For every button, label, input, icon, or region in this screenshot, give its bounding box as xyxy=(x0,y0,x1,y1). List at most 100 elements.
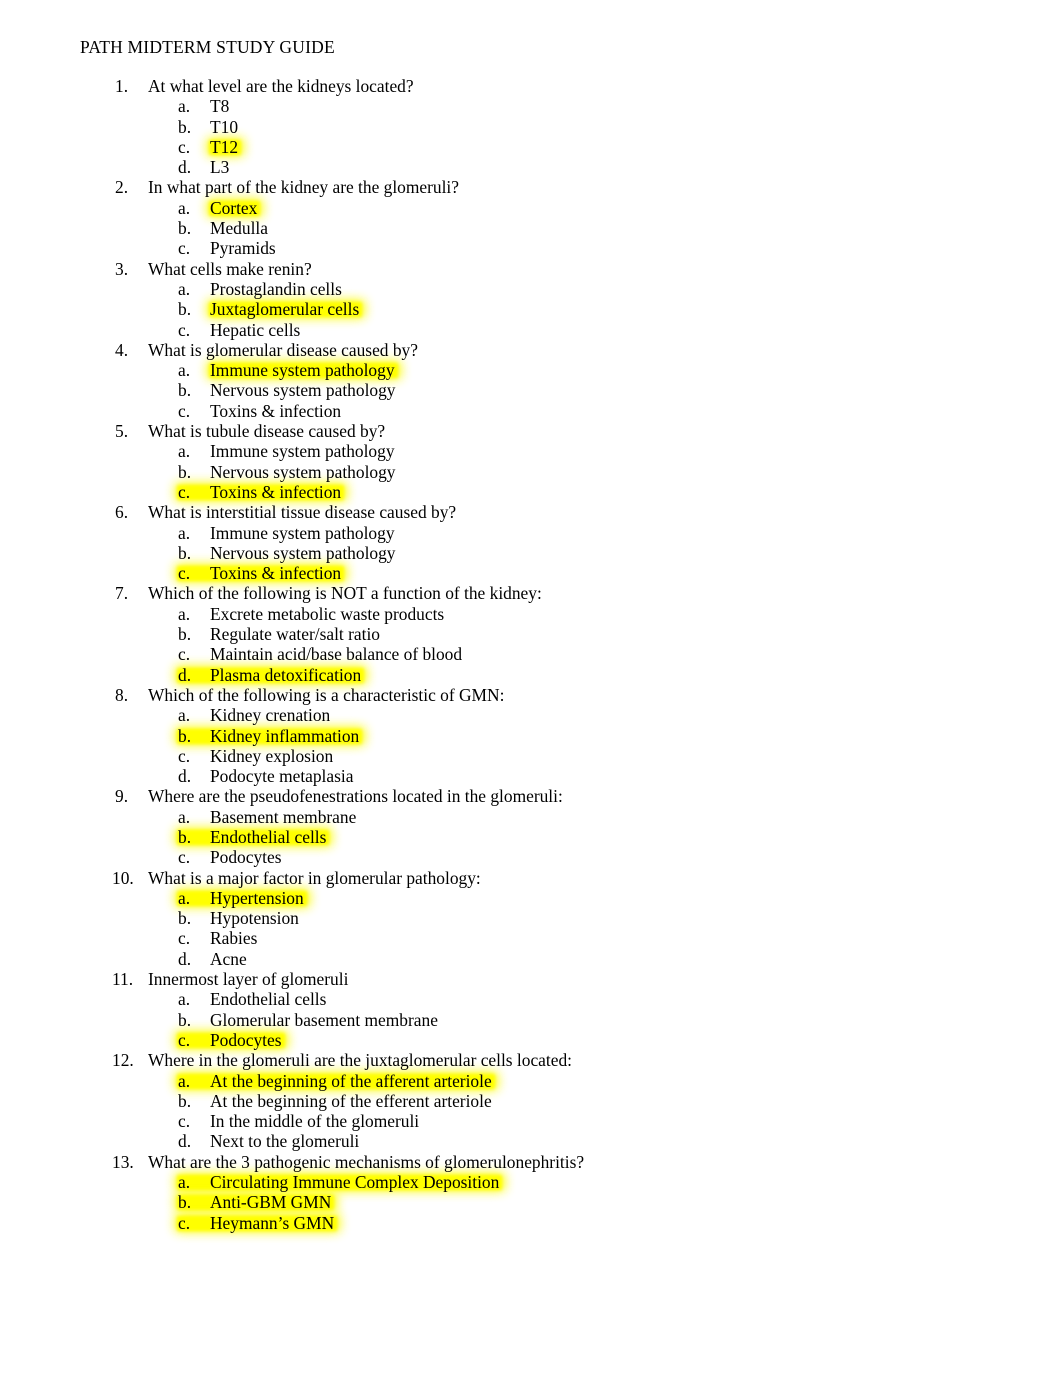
question-number: 6. xyxy=(115,502,129,523)
answer-option-text: Kidney crenation xyxy=(210,705,331,726)
answer-option-immune-system-pathology: a. Immune system pathology xyxy=(0,441,1062,461)
answer-option-text: Kidney inflammation xyxy=(210,725,360,746)
answer-option-letter: c. xyxy=(178,745,191,766)
question-block: 6. What is interstitial tissue disease ca… xyxy=(0,502,1062,583)
answer-option-text: Podocyte metaplasia xyxy=(210,766,354,787)
answer-option-kidney-explosion: c. Kidney explosion xyxy=(0,746,1062,766)
answer-option-text: Endothelial cells xyxy=(210,989,327,1010)
answer-option-juxtaglomerular-cells: b. Juxtaglomerular cells xyxy=(0,299,1062,319)
answer-option-medulla: b. Medulla xyxy=(0,218,1062,238)
question-10: 10. What is a major factor in glomerular … xyxy=(0,868,1062,888)
question-number: 13. xyxy=(112,1151,134,1172)
answer-option-letter: b. xyxy=(178,542,192,563)
answer-option-podocytes: c. Podocytes xyxy=(0,1030,1062,1050)
question-block: 7. Which of the following is NOT a functi… xyxy=(0,583,1062,684)
answer-option-text: Medulla xyxy=(210,218,268,239)
answer-option-letter: b. xyxy=(178,1009,192,1030)
answer-option-letter: c. xyxy=(178,1212,191,1233)
answer-option-in-the-middle-of-the-glomeruli: c. In the middle of the glomeruli xyxy=(0,1111,1062,1131)
answer-option-text: Nervous system pathology xyxy=(210,380,396,401)
question-1: 1. At what level are the kidneys located? xyxy=(0,76,1062,96)
question-block: 5. What is tubule disease caused by? a. Imm… xyxy=(0,421,1062,502)
question-block: 1. At what level are the kidneys located?… xyxy=(0,76,1062,177)
answer-option-letter: a. xyxy=(178,1070,191,1091)
question-2: 2. In what part of the kidney are the glo… xyxy=(0,177,1062,197)
answer-option-letter: d. xyxy=(178,157,192,178)
answer-option-letter: c. xyxy=(178,319,191,340)
answer-option-podocytes: c. Podocytes xyxy=(0,847,1062,867)
answer-option-pyramids: c. Pyramids xyxy=(0,238,1062,258)
answer-option-letter: a. xyxy=(178,705,191,726)
question-6: 6. What is interstitial tissue disease ca… xyxy=(0,502,1062,522)
answer-option-text: Kidney explosion xyxy=(210,745,334,766)
answer-option-text: Nervous system pathology xyxy=(210,542,396,563)
question-number: 11. xyxy=(112,969,134,990)
answer-option-text: Next to the glomeruli xyxy=(210,1131,360,1152)
answer-option-toxins-infection: c. Toxins & infection xyxy=(0,401,1062,421)
answer-option-regulate-water-salt-ratio: b. Regulate water/salt ratio xyxy=(0,624,1062,644)
answer-option-text: Glomerular basement membrane xyxy=(210,1009,438,1030)
answer-option-excrete-metabolic-waste-products: a. Excrete metabolic waste products xyxy=(0,604,1062,624)
answer-option-text: Acne xyxy=(210,948,247,969)
answer-option-letter: a. xyxy=(178,441,191,462)
question-8: 8. Which of the following is a characteri… xyxy=(0,685,1062,705)
answer-option-letter: a. xyxy=(178,278,191,299)
answer-option-letter: a. xyxy=(178,806,191,827)
document-page: PATH MIDTERM STUDY GUIDE 1. At what level… xyxy=(0,0,1062,1377)
answer-option-letter: c. xyxy=(178,563,191,584)
answer-option-letter: a. xyxy=(178,360,191,381)
answer-option-l3: d. L3 xyxy=(0,157,1062,177)
answer-option-text: At the beginning of the efferent arterio… xyxy=(210,1090,492,1111)
answer-option-letter: c. xyxy=(178,847,191,868)
answer-option-text: Immune system pathology xyxy=(210,522,395,543)
question-block: 13. What are the 3 pathogenic mechanisms … xyxy=(0,1152,1062,1233)
answer-option-text: Regulate water/salt ratio xyxy=(210,624,380,645)
question-7: 7. Which of the following is NOT a functi… xyxy=(0,583,1062,603)
question-number: 5. xyxy=(115,421,129,442)
question-number: 7. xyxy=(115,583,129,604)
answer-option-t10: b. T10 xyxy=(0,117,1062,137)
answer-option-hepatic-cells: c. Hepatic cells xyxy=(0,320,1062,340)
answer-option-text: Hepatic cells xyxy=(210,319,301,340)
answer-option-letter: b. xyxy=(178,461,192,482)
question-text: What is interstitial tissue disease caus… xyxy=(148,502,457,523)
answer-option-letter: a. xyxy=(178,887,191,908)
question-3: 3. What cells make renin? xyxy=(0,259,1062,279)
answer-option-letter: b. xyxy=(178,725,192,746)
answer-option-text: Maintain acid/base balance of blood xyxy=(210,644,463,665)
question-text: Where are the pseudofenestrations locate… xyxy=(148,786,563,807)
answer-option-letter: b. xyxy=(178,1192,192,1213)
question-number: 8. xyxy=(115,684,129,705)
answer-option-acne: d. Acne xyxy=(0,949,1062,969)
answer-option-letter: d. xyxy=(178,1131,192,1152)
answer-option-basement-membrane: a. Basement membrane xyxy=(0,807,1062,827)
answer-option-t12: c. T12 xyxy=(0,137,1062,157)
question-13: 13. What are the 3 pathogenic mechanisms … xyxy=(0,1152,1062,1172)
question-12: 12. Where in the glomeruli are the juxtag… xyxy=(0,1050,1062,1070)
answer-option-text: Prostaglandin cells xyxy=(210,278,342,299)
answer-option-at-the-beginning-of-the-afferent-arteriole: a. At the beginning of the afferent arter… xyxy=(0,1071,1062,1091)
answer-option-text: Basement membrane xyxy=(210,806,357,827)
answer-option-letter: a. xyxy=(178,1172,191,1193)
answer-option-letter: a. xyxy=(178,603,191,624)
question-text: What cells make renin? xyxy=(148,258,312,279)
answer-option-text: Juxtaglomerular cells xyxy=(210,299,360,320)
answer-option-letter: d. xyxy=(178,948,192,969)
answer-option-nervous-system-pathology: b. Nervous system pathology xyxy=(0,462,1062,482)
answer-option-kidney-inflammation: b. Kidney inflammation xyxy=(0,726,1062,746)
question-number: 10. xyxy=(112,867,134,888)
answer-option-letter: b. xyxy=(178,380,192,401)
answer-option-letter: c. xyxy=(178,400,191,421)
answer-option-toxins-infection: c. Toxins & infection xyxy=(0,563,1062,583)
question-block: 9. Where are the pseudofenestrations loca… xyxy=(0,786,1062,867)
answer-option-text: T8 xyxy=(210,96,230,117)
answer-option-cortex: a. Cortex xyxy=(0,198,1062,218)
answer-option-letter: b. xyxy=(178,116,192,137)
question-block: 10. What is a major factor in glomerular … xyxy=(0,868,1062,969)
question-text: Which of the following is NOT a function… xyxy=(148,583,542,604)
answer-option-maintain-acid-base-balance-of-blood: c. Maintain acid/base balance of blood xyxy=(0,644,1062,664)
answer-option-letter: b. xyxy=(178,218,192,239)
question-text: What are the 3 pathogenic mechanisms of … xyxy=(148,1151,585,1172)
answer-option-text: In the middle of the glomeruli xyxy=(210,1111,420,1132)
answer-option-letter: a. xyxy=(178,96,191,117)
